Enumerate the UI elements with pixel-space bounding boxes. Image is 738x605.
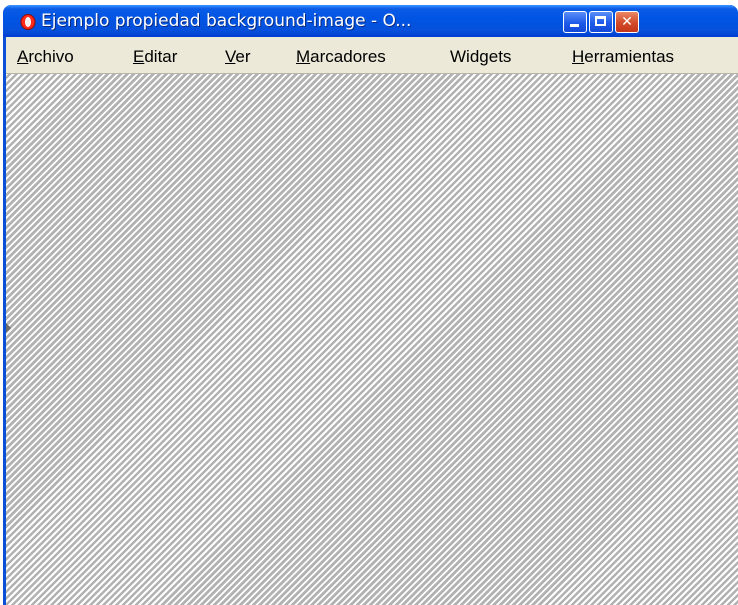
panel-toggle-arrow-icon[interactable] (6, 323, 11, 333)
maximize-button[interactable] (589, 11, 613, 33)
menu-marcadores[interactable]: Marcadores (296, 47, 386, 67)
menu-editar[interactable]: Editar (133, 47, 177, 67)
maximize-icon (595, 16, 606, 26)
menu-ver[interactable]: Ver (225, 47, 251, 67)
browser-window: Ejemplo propiedad background-image - O..… (3, 5, 738, 605)
title-bar[interactable]: Ejemplo propiedad background-image - O..… (3, 5, 738, 37)
menu-archivo[interactable]: Archivo (17, 47, 74, 67)
menu-widgets[interactable]: Widgets (450, 47, 511, 67)
close-icon: ✕ (621, 14, 633, 30)
minimize-button[interactable] (563, 11, 587, 33)
minimize-icon (570, 24, 579, 27)
opera-logo-icon (20, 14, 36, 30)
close-button[interactable]: ✕ (615, 11, 639, 33)
menu-bar: Archivo Editar Ver Marcadores Widgets He… (6, 37, 738, 73)
page-content-striped-background[interactable] (6, 73, 738, 605)
window-title: Ejemplo propiedad background-image - O..… (41, 11, 412, 31)
menu-herramientas[interactable]: Herramientas (572, 47, 674, 67)
